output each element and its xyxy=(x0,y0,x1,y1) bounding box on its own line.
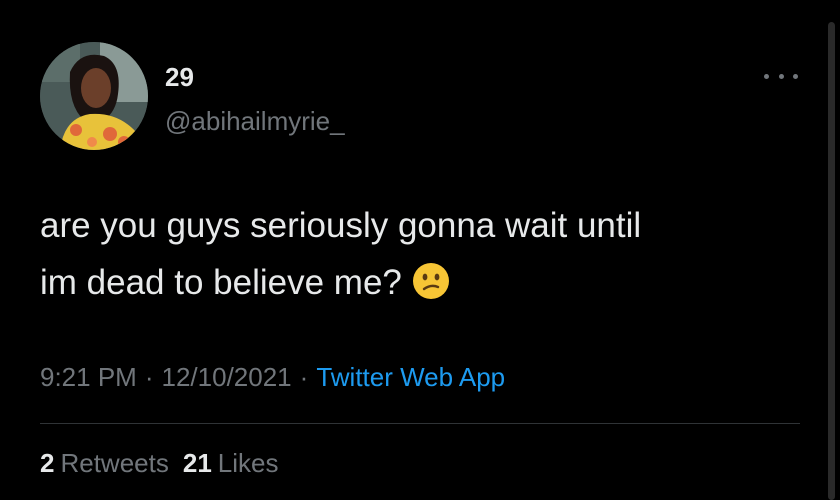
retweets-count: 2 xyxy=(40,448,55,478)
dot xyxy=(764,73,769,79)
tweet-text: are you guys seriously gonna wait until … xyxy=(40,197,800,311)
user-handle: @abihailmyrie_ xyxy=(165,106,345,136)
likes-count: 21 xyxy=(182,448,212,478)
tweet-time: 9:21 PM xyxy=(40,362,137,392)
meta-separator: · xyxy=(299,362,309,392)
display-name[interactable]: 29 xyxy=(165,62,194,93)
tweet-text-line-2: im dead to believe me? xyxy=(40,263,402,302)
retweets-stat[interactable]: 2 Retweets xyxy=(40,448,169,478)
scrollbar[interactable] xyxy=(828,22,835,500)
divider xyxy=(40,423,800,424)
dot xyxy=(793,73,798,79)
tweet-source-link[interactable]: Twitter Web App xyxy=(316,362,505,392)
retweets-label: Retweets xyxy=(60,448,169,478)
likes-stat[interactable]: 21 Likes xyxy=(183,448,279,478)
more-options-icon[interactable] xyxy=(764,64,798,88)
avatar[interactable] xyxy=(40,42,148,150)
tweet-meta: 9:21 PM · 12/10/2021 · Twitter Web App xyxy=(40,362,505,393)
dot xyxy=(778,73,784,79)
tweet-card: 29 @abihailmyrie_ are you guys seriously… xyxy=(0,0,840,500)
meta-separator: · xyxy=(144,362,154,392)
confused-face-emoji-icon xyxy=(412,263,449,299)
tweet-date: 12/10/2021 xyxy=(161,362,292,392)
likes-label: Likes xyxy=(217,448,279,478)
profile-photo-icon xyxy=(40,42,148,150)
tweet-text-line-1: are you guys seriously gonna wait until xyxy=(40,206,642,245)
tweet-stats: 2 Retweets 21 Likes xyxy=(40,448,292,479)
